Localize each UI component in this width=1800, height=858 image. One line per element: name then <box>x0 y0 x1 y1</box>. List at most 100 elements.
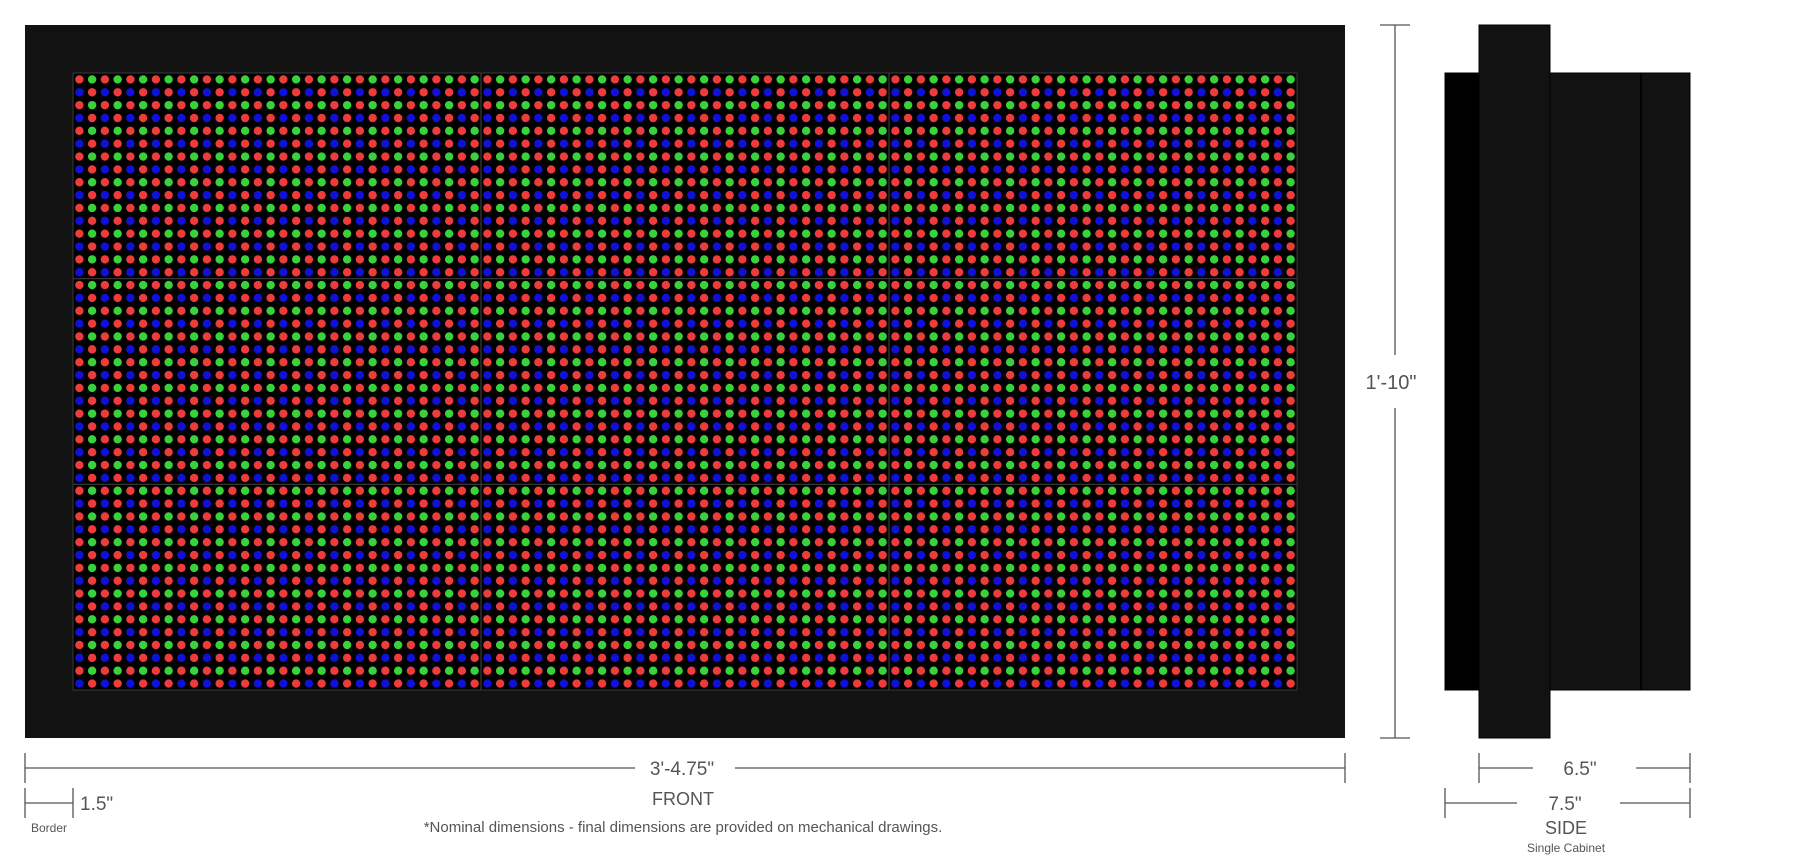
led-dot <box>202 525 212 534</box>
led-dot <box>801 229 811 238</box>
led-dot <box>368 512 377 521</box>
led-dot <box>266 229 275 238</box>
led-dot <box>151 422 161 431</box>
led-dot <box>903 358 913 367</box>
led-dot <box>534 602 543 611</box>
led-dot <box>75 370 84 380</box>
led-dot <box>648 152 658 161</box>
led-dot <box>942 178 951 187</box>
led-dot <box>177 679 186 688</box>
led-dot <box>1005 75 1015 84</box>
led-dot <box>1069 268 1079 277</box>
led-dot <box>521 460 530 470</box>
led-dot <box>330 190 339 200</box>
led-dot <box>1069 165 1079 174</box>
led-dot <box>457 383 467 393</box>
led-dot <box>929 537 938 547</box>
led-dot <box>330 486 339 495</box>
led-dot <box>534 370 543 380</box>
led-dot <box>419 280 428 290</box>
led-dot <box>534 435 543 444</box>
led-dot <box>1069 525 1079 534</box>
led-dot <box>750 679 760 688</box>
led-dot <box>1222 75 1232 84</box>
led-dot <box>1260 139 1270 148</box>
led-dot <box>840 229 849 238</box>
led-dot <box>151 319 161 328</box>
led-dot <box>189 512 199 521</box>
led-dot <box>954 255 964 264</box>
led-dot <box>1171 537 1181 547</box>
led-dot <box>1005 203 1015 213</box>
led-dot <box>100 627 110 637</box>
led-dot <box>393 319 403 328</box>
led-dot <box>215 550 224 560</box>
led-dot <box>304 422 314 431</box>
led-dot <box>189 640 199 650</box>
led-dot <box>470 203 479 213</box>
led-dot <box>508 435 518 444</box>
led-dot <box>381 242 390 251</box>
led-dot <box>151 370 161 380</box>
led-dot <box>840 499 849 508</box>
led-dot <box>674 216 683 226</box>
led-dot <box>572 576 581 585</box>
led-dot <box>381 653 390 663</box>
led-dot <box>368 203 377 213</box>
led-dot <box>993 473 1002 483</box>
led-dot <box>546 666 556 675</box>
led-dot <box>1158 178 1168 187</box>
led-dot <box>495 460 505 470</box>
led-dot <box>814 576 824 585</box>
led-dot <box>1107 229 1117 238</box>
led-dot <box>330 460 339 470</box>
led-dot <box>432 396 441 405</box>
led-dot <box>266 293 275 303</box>
led-dot <box>177 332 186 341</box>
led-dot <box>1184 126 1193 136</box>
led-dot <box>151 512 161 521</box>
led-dot <box>1133 293 1142 303</box>
led-dot <box>177 370 186 380</box>
led-dot <box>495 435 505 444</box>
led-dot <box>929 75 938 84</box>
led-dot <box>126 190 135 200</box>
led-dot <box>189 460 199 470</box>
led-dot <box>444 152 454 161</box>
led-dot <box>738 113 747 123</box>
led-dot <box>330 139 339 148</box>
led-dot <box>1197 627 1206 637</box>
led-dot <box>202 679 212 688</box>
led-dot <box>228 370 237 380</box>
led-dot <box>814 152 824 161</box>
led-dot <box>967 165 977 174</box>
led-dot <box>164 627 173 637</box>
led-dot <box>814 216 824 226</box>
led-dot <box>1146 640 1155 650</box>
led-dot <box>1082 435 1091 444</box>
led-dot <box>954 409 964 418</box>
led-dot <box>993 203 1002 213</box>
led-dot <box>1056 473 1066 483</box>
led-dot <box>891 679 900 688</box>
led-dot <box>317 550 326 560</box>
led-dot <box>253 280 263 290</box>
led-dot <box>1095 165 1104 174</box>
led-dot <box>993 139 1002 148</box>
led-dot <box>1005 319 1015 328</box>
led-dot <box>151 126 161 136</box>
led-dot <box>763 499 773 508</box>
led-dot <box>457 666 467 675</box>
led-dot <box>189 448 199 457</box>
led-dot <box>189 268 199 277</box>
led-dot <box>1056 75 1066 84</box>
led-dot <box>1133 280 1142 290</box>
led-dot <box>126 293 135 303</box>
led-dot <box>891 126 900 136</box>
led-dot <box>916 435 926 444</box>
led-dot <box>228 242 237 251</box>
led-dot <box>253 190 263 200</box>
led-dot <box>1044 242 1053 251</box>
led-dot <box>993 525 1002 534</box>
led-dot <box>878 409 887 418</box>
